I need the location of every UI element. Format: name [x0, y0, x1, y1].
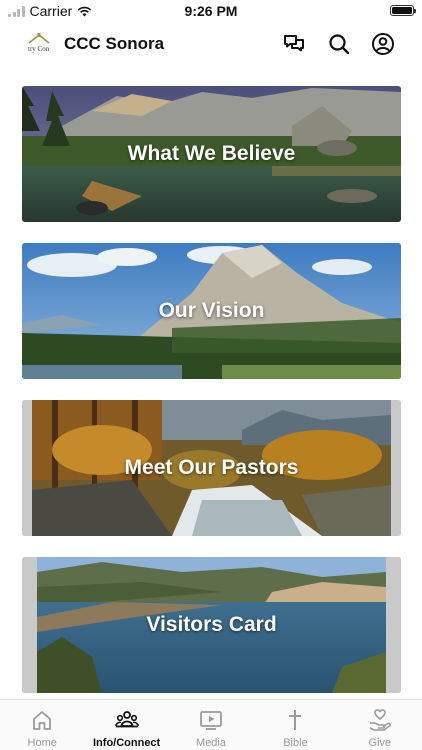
tab-label: Media — [196, 737, 226, 749]
app-title: CCC Sonora — [64, 34, 165, 53]
card-label: Meet Our Pastors — [124, 456, 299, 479]
card-label: Our Vision — [158, 299, 265, 322]
account-icon — [372, 33, 394, 55]
cross-icon — [289, 710, 302, 730]
tab-label: Bible — [283, 737, 308, 749]
media-icon — [200, 711, 222, 730]
card-label: Visitors Card — [146, 613, 277, 636]
tab-label: Home — [27, 737, 57, 749]
tab-info-connect[interactable]: Info/Connect — [84, 700, 168, 750]
card-meet-our-pastors[interactable]: Meet Our Pastors — [22, 400, 401, 536]
tab-label: Give — [368, 737, 392, 749]
logo-text: try Con — [28, 45, 50, 53]
profile-button[interactable] — [371, 32, 395, 56]
church-logo: try Con — [28, 33, 50, 53]
tab-give[interactable]: Give — [338, 700, 422, 750]
card-what-we-believe[interactable]: What We Believe — [22, 86, 401, 222]
chat-button[interactable] — [282, 32, 306, 56]
search-icon — [329, 34, 350, 55]
status-time: 9:26 PM — [184, 3, 238, 19]
chat-icon — [284, 35, 304, 52]
give-icon — [369, 709, 391, 731]
search-button[interactable] — [327, 32, 351, 56]
tab-label: Info/Connect — [93, 737, 161, 749]
people-icon — [114, 711, 139, 728]
tab-bible[interactable]: Bible — [253, 700, 337, 750]
app-header: try Con CCC Sonora — [0, 22, 422, 66]
battery-icon — [390, 5, 416, 16]
tab-home[interactable]: Home — [0, 700, 84, 750]
tab-bar: Home Info/Connect Media Bible Give — [0, 699, 422, 750]
tab-media[interactable]: Media — [169, 700, 253, 750]
home-icon — [33, 711, 52, 730]
card-visitors-card[interactable]: Visitors Card — [22, 557, 401, 693]
status-bar: Carrier 9:26 PM — [0, 0, 422, 22]
card-label: What We Believe — [127, 142, 296, 165]
card-our-vision[interactable]: Our Vision — [22, 243, 401, 379]
